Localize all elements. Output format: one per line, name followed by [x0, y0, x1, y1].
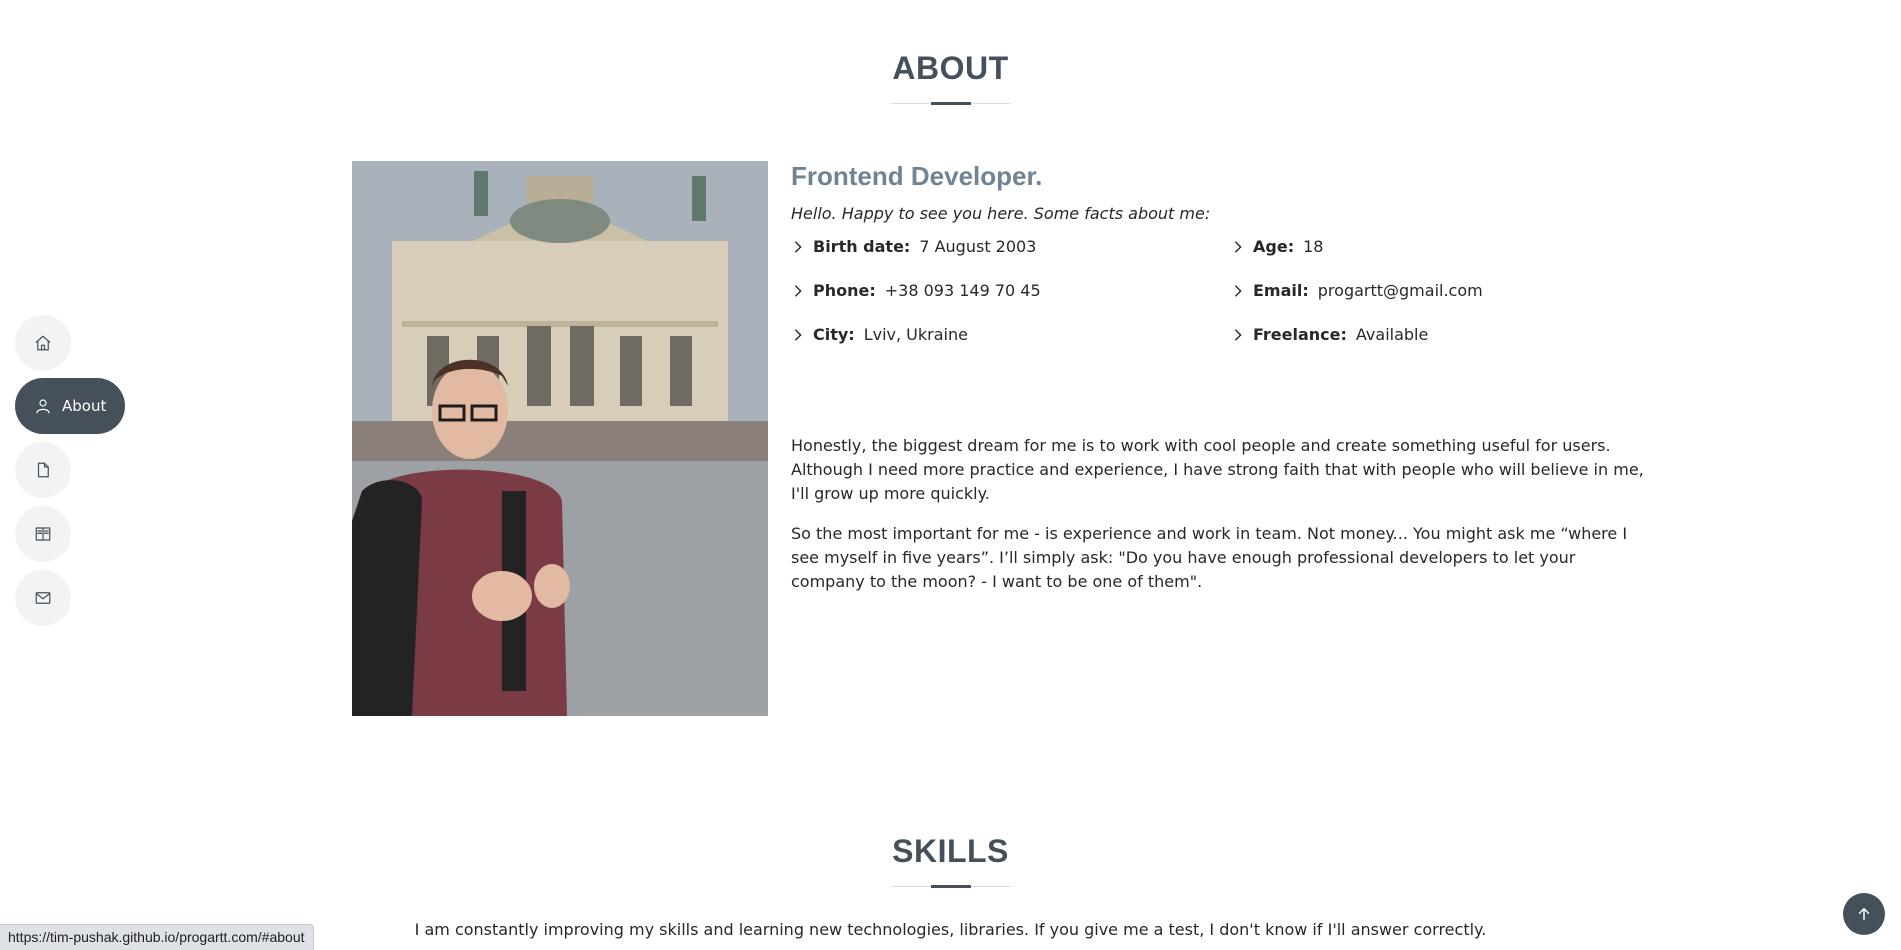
house-icon	[35, 335, 51, 351]
fact-value: 18	[1303, 237, 1324, 256]
intro-text: Hello. Happy to see you here. Some facts…	[791, 204, 1211, 223]
nav-item-about-label: About	[62, 397, 107, 415]
chevron-right-icon	[794, 328, 802, 341]
chevron-right-icon	[1234, 240, 1242, 253]
fact-value: 7 August 2003	[919, 237, 1037, 256]
nav-item-contact[interactable]	[15, 570, 71, 626]
chevron-right-icon	[794, 240, 802, 253]
role-heading: Frontend Developer.	[791, 161, 1043, 191]
profile-photo	[352, 161, 768, 716]
fact-email: Email: progartt@gmail.com	[1231, 281, 1483, 300]
nav-item-portfolio[interactable]	[15, 506, 71, 562]
fact-value: progartt@gmail.com	[1317, 281, 1483, 300]
fact-city: City: Lviv, Ukraine	[791, 325, 968, 344]
about-paragraph-1-line-1: Honestly, the biggest dream for me is to…	[791, 436, 1611, 455]
about-section-title: ABOUT	[0, 50, 1901, 105]
facts-list: Birth date: 7 August 2003 Age: 18 Phone:…	[791, 237, 1651, 367]
fact-label: Birth date:	[813, 237, 911, 256]
arrow-up-icon	[1858, 908, 1870, 920]
fact-label: Freelance:	[1253, 325, 1347, 344]
page: About ABOUT Frontend Developer. Hello. H…	[0, 0, 1901, 950]
person-icon	[36, 399, 50, 414]
nav-item-about[interactable]: About	[15, 378, 125, 434]
fact-label: City:	[813, 325, 855, 344]
fact-label: Phone:	[813, 281, 876, 300]
about-content: Frontend Developer. Hello. Happy to see …	[791, 161, 1651, 591]
back-to-top-button[interactable]	[1843, 893, 1885, 935]
about-title-rule	[890, 102, 1011, 105]
fact-value: Available	[1355, 325, 1429, 344]
nav-item-home[interactable]	[15, 315, 71, 371]
browser-status-bar: https://tim-pushak.github.io/progartt.co…	[0, 924, 314, 950]
nav-item-resume[interactable]	[15, 442, 71, 498]
about-paragraph-1: Honestly, the biggest dream for me is to…	[791, 434, 1651, 506]
chevron-right-icon	[1234, 284, 1242, 297]
profile-photo-illustration	[352, 161, 768, 716]
envelope-icon	[35, 592, 51, 604]
chevron-right-icon	[1234, 328, 1242, 341]
file-icon	[37, 462, 49, 478]
fact-value: Lviv, Ukraine	[863, 325, 968, 344]
fact-age: Age: 18	[1231, 237, 1323, 256]
fact-label: Email:	[1253, 281, 1309, 300]
fact-birth-date: Birth date: 7 August 2003	[791, 237, 1036, 256]
skills-title: SKILLS	[892, 833, 1009, 869]
book-icon	[35, 527, 51, 541]
about-title: ABOUT	[892, 50, 1009, 86]
fact-phone: Phone: +38 093 149 70 45	[791, 281, 1041, 300]
chevron-right-icon	[794, 284, 802, 297]
skills-title-rule	[890, 885, 1011, 888]
fact-freelance: Freelance: Available	[1231, 325, 1428, 344]
fact-value: +38 093 149 70 45	[884, 281, 1041, 300]
skills-section-title: SKILLS	[0, 833, 1901, 888]
fact-label: Age:	[1253, 237, 1295, 256]
about-paragraph-1-line-2: Although I need more practice and experi…	[791, 460, 1644, 503]
about-paragraph-2: So the most important for me - is experi…	[791, 524, 1628, 591]
